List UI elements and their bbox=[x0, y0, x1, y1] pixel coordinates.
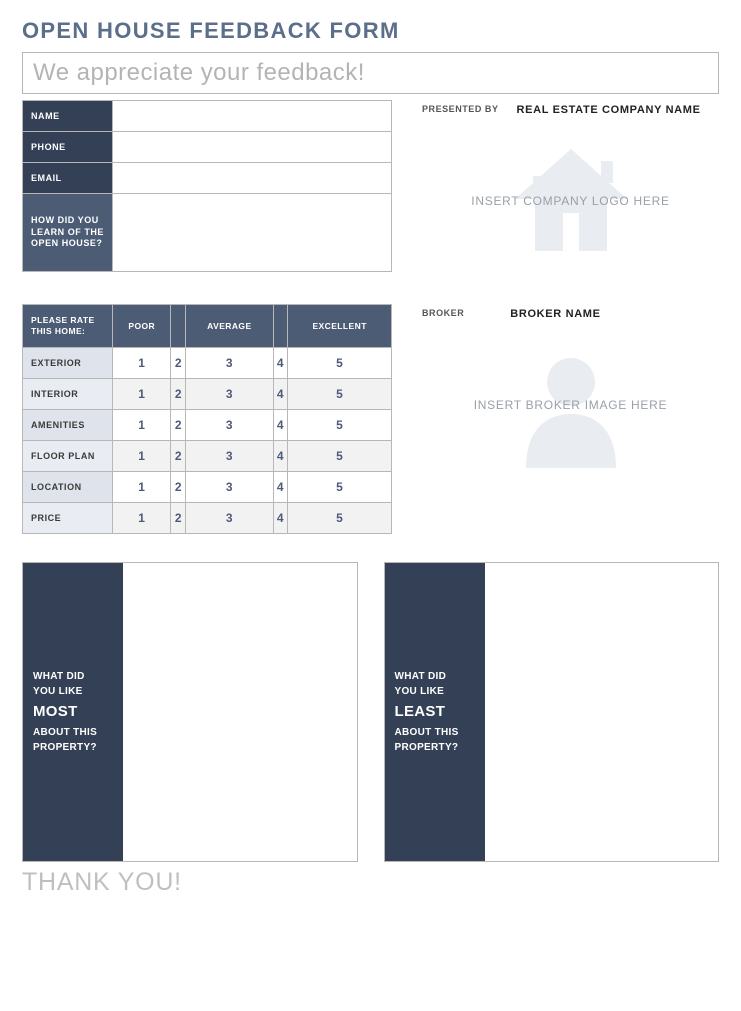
rating-cell[interactable]: 3 bbox=[186, 410, 273, 441]
phone-input[interactable] bbox=[113, 132, 392, 163]
rating-cell[interactable]: 2 bbox=[171, 503, 186, 534]
rating-cell[interactable]: 5 bbox=[288, 348, 392, 379]
rating-row-label: INTERIOR bbox=[23, 379, 113, 410]
like-most-box: WHAT DID YOU LIKE MOST ABOUT THIS PROPER… bbox=[22, 562, 358, 862]
rating-cell[interactable]: 5 bbox=[288, 503, 392, 534]
q-text: YOU LIKE bbox=[395, 686, 445, 697]
name-label: NAME bbox=[23, 101, 113, 132]
q-text: ABOUT THIS bbox=[33, 727, 97, 738]
rating-cell[interactable]: 2 bbox=[171, 348, 186, 379]
rating-row-label: EXTERIOR bbox=[23, 348, 113, 379]
rating-cell[interactable]: 3 bbox=[186, 503, 273, 534]
rating-cell[interactable]: 4 bbox=[273, 441, 288, 472]
rating-cell[interactable]: 4 bbox=[273, 410, 288, 441]
rating-cell[interactable]: 4 bbox=[273, 472, 288, 503]
rating-cell[interactable]: 2 bbox=[171, 379, 186, 410]
like-least-box: WHAT DID YOU LIKE LEAST ABOUT THIS PROPE… bbox=[384, 562, 720, 862]
broker-value: BROKER NAME bbox=[510, 308, 600, 320]
rating-cell[interactable]: 5 bbox=[288, 410, 392, 441]
rating-cell[interactable]: 1 bbox=[113, 441, 171, 472]
scale-poor: POOR bbox=[113, 305, 171, 348]
broker-placeholder-text: INSERT BROKER IMAGE HERE bbox=[474, 398, 668, 412]
rating-row-label: LOCATION bbox=[23, 472, 113, 503]
like-least-input[interactable] bbox=[485, 563, 719, 861]
q-text: WHAT DID bbox=[33, 671, 85, 682]
q-text: WHAT DID bbox=[395, 671, 447, 682]
scale-blank2 bbox=[273, 305, 288, 348]
email-label: EMAIL bbox=[23, 163, 113, 194]
rating-cell[interactable]: 1 bbox=[113, 410, 171, 441]
thank-you: THANK YOU! bbox=[22, 868, 719, 897]
learn-label: HOW DID YOU LEARN OF THE OPEN HOUSE? bbox=[23, 194, 113, 272]
rating-row-label: FLOOR PLAN bbox=[23, 441, 113, 472]
rating-cell[interactable]: 5 bbox=[288, 379, 392, 410]
q-text: PROPERTY? bbox=[395, 742, 459, 753]
rating-cell[interactable]: 2 bbox=[171, 441, 186, 472]
broker-image-placeholder: INSERT BROKER IMAGE HERE bbox=[422, 330, 719, 480]
email-input[interactable] bbox=[113, 163, 392, 194]
learn-input[interactable] bbox=[113, 194, 392, 272]
rating-cell[interactable]: 1 bbox=[113, 472, 171, 503]
rating-row-label: PRICE bbox=[23, 503, 113, 534]
rating-row-label: AMENITIES bbox=[23, 410, 113, 441]
q-emph: LEAST bbox=[395, 701, 459, 724]
q-emph: MOST bbox=[33, 701, 97, 724]
company-logo-placeholder: INSERT COMPANY LOGO HERE bbox=[422, 126, 719, 276]
rating-cell[interactable]: 1 bbox=[113, 379, 171, 410]
page-title: OPEN HOUSE FEEDBACK FORM bbox=[22, 18, 719, 44]
rating-cell[interactable]: 3 bbox=[186, 379, 273, 410]
broker-label: BROKER bbox=[422, 308, 464, 318]
like-most-input[interactable] bbox=[123, 563, 357, 861]
q-text: YOU LIKE bbox=[33, 686, 83, 697]
rating-cell[interactable]: 3 bbox=[186, 472, 273, 503]
presented-by-label: PRESENTED BY bbox=[422, 104, 499, 114]
rating-header-label: PLEASE RATE THIS HOME: bbox=[23, 305, 113, 348]
rating-cell[interactable]: 2 bbox=[171, 472, 186, 503]
scale-blank1 bbox=[171, 305, 186, 348]
rating-cell[interactable]: 3 bbox=[186, 441, 273, 472]
presented-by-value: REAL ESTATE COMPANY NAME bbox=[517, 104, 701, 116]
name-input[interactable] bbox=[113, 101, 392, 132]
scale-average: AVERAGE bbox=[186, 305, 273, 348]
rating-cell[interactable]: 3 bbox=[186, 348, 273, 379]
rating-table: PLEASE RATE THIS HOME: POOR AVERAGE EXCE… bbox=[22, 304, 392, 534]
rating-cell[interactable]: 4 bbox=[273, 348, 288, 379]
rating-cell[interactable]: 1 bbox=[113, 348, 171, 379]
q-text: ABOUT THIS bbox=[395, 727, 459, 738]
contact-table: NAME PHONE EMAIL HOW DID YOU LEARN OF TH… bbox=[22, 100, 392, 272]
rating-cell[interactable]: 5 bbox=[288, 441, 392, 472]
logo-placeholder-text: INSERT COMPANY LOGO HERE bbox=[471, 194, 669, 208]
rating-cell[interactable]: 1 bbox=[113, 503, 171, 534]
rating-cell[interactable]: 5 bbox=[288, 472, 392, 503]
phone-label: PHONE bbox=[23, 132, 113, 163]
like-most-label: WHAT DID YOU LIKE MOST ABOUT THIS PROPER… bbox=[23, 563, 123, 861]
appreciate-band: We appreciate your feedback! bbox=[22, 52, 719, 94]
rating-cell[interactable]: 4 bbox=[273, 503, 288, 534]
rating-cell[interactable]: 4 bbox=[273, 379, 288, 410]
rating-cell[interactable]: 2 bbox=[171, 410, 186, 441]
scale-excellent: EXCELLENT bbox=[288, 305, 392, 348]
q-text: PROPERTY? bbox=[33, 742, 97, 753]
like-least-label: WHAT DID YOU LIKE LEAST ABOUT THIS PROPE… bbox=[385, 563, 485, 861]
